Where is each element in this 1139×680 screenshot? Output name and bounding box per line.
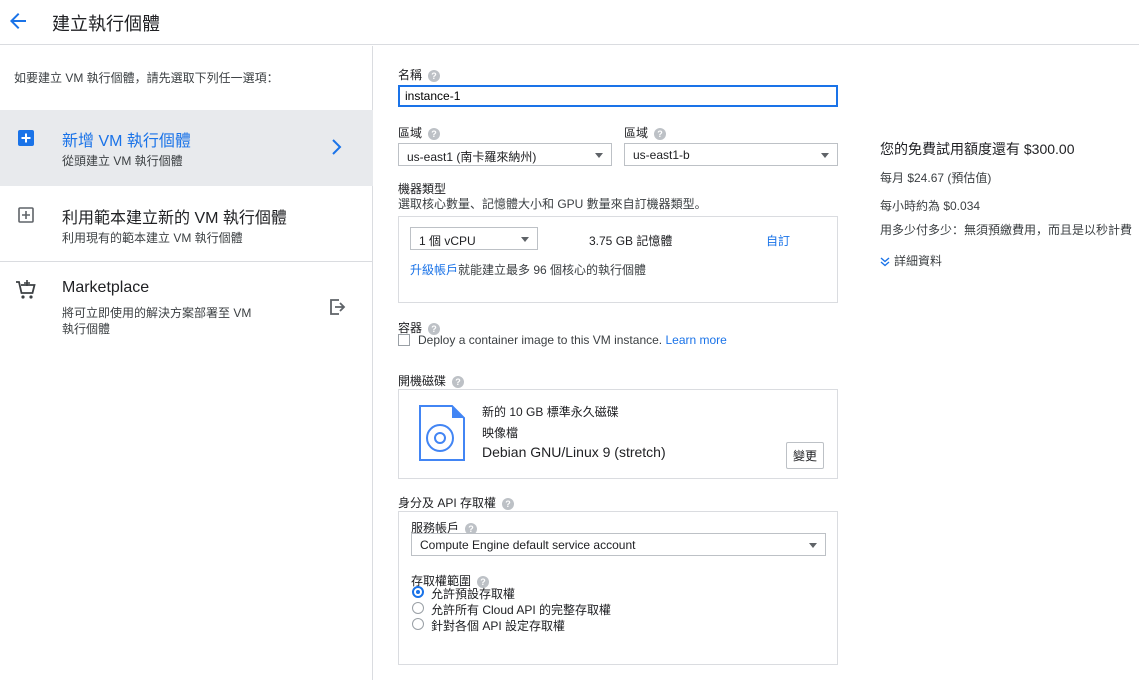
billing-note: 用多少付多少：無須預繳費用，而且是以秒計費	[880, 223, 1133, 237]
zone-value: us-east1-b	[633, 148, 690, 162]
scope-default-label: 允許預設存取權	[431, 587, 516, 601]
option-title: 利用範本建立新的 VM 執行個體	[62, 210, 287, 227]
scope-full-label: 允許所有 Cloud API 的完整存取權	[431, 603, 612, 617]
open-external-icon[interactable]	[328, 298, 346, 316]
help-icon[interactable]: ?	[452, 375, 465, 388]
option-desc: 從頭建立 VM 執行個體	[62, 154, 183, 168]
learn-more-link[interactable]: Learn more	[665, 333, 726, 347]
boot-disk-size: 新的 10 GB 標準永久磁碟	[482, 405, 619, 419]
help-icon[interactable]: ?	[428, 69, 441, 82]
memory-text: 3.75 GB 記憶體	[589, 234, 673, 248]
name-label-text: 名稱	[398, 68, 423, 82]
intro-text: 如要建立 VM 執行個體，請先選取下列任一選項：	[14, 71, 279, 85]
region-select[interactable]: us-east1 (南卡羅來納州)	[398, 143, 612, 166]
top-bar: 建立執行個體	[0, 0, 1139, 45]
trial-credit: 您的免費試用額度還有 $300.00	[880, 141, 1075, 157]
region-label: 區域?	[398, 124, 441, 141]
help-icon[interactable]: ?	[502, 497, 515, 510]
scope-default-radio[interactable]	[412, 586, 424, 598]
service-account-select[interactable]: Compute Engine default service account	[411, 533, 826, 556]
name-label: 名稱?	[398, 66, 441, 83]
region-value: us-east1 (南卡羅來納州)	[407, 150, 537, 164]
creation-options-panel: 如要建立 VM 執行個體，請先選取下列任一選項： 新增 VM 執行個體 從頭建立…	[0, 46, 373, 680]
details-link-text: 詳細資料	[894, 254, 943, 268]
boot-disk-card: 新的 10 GB 標準永久磁碟 映像檔 Debian GNU/Linux 9 (…	[398, 389, 838, 479]
upgrade-row: 升級帳戶就能建立最多 96 個核心的執行個體	[410, 261, 646, 278]
option-desc: 將可立即使用的解決方案部署至 VM 執行個體	[62, 306, 252, 336]
container-text: Deploy a container image to this VM inst…	[418, 333, 663, 347]
machine-type-card: 1 個 vCPU 3.75 GB 記憶體 自訂 升級帳戶就能建立最多 96 個核…	[398, 216, 838, 303]
dropdown-caret-icon	[521, 237, 529, 242]
dropdown-caret-icon	[821, 153, 829, 158]
disk-image-icon	[419, 405, 465, 461]
boot-disk-label-text: 開機磁碟	[398, 374, 447, 388]
boot-disk-image: Debian GNU/Linux 9 (stretch)	[482, 444, 666, 460]
cpu-select[interactable]: 1 個 vCPU	[410, 227, 538, 250]
zone-label: 區域?	[624, 124, 667, 141]
scope-custom-label: 針對各個 API 設定存取權	[431, 619, 566, 633]
chevron-right-icon	[332, 139, 342, 155]
container-row: Deploy a container image to this VM inst…	[418, 333, 727, 347]
customize-link[interactable]: 自訂	[766, 232, 790, 249]
dropdown-caret-icon	[595, 153, 603, 158]
region-label-text: 區域	[398, 126, 423, 140]
back-arrow-icon[interactable]	[6, 9, 30, 33]
option-marketplace[interactable]: Marketplace 將可立即使用的解決方案部署至 VM 執行個體	[0, 262, 373, 352]
scope-full-radio[interactable]	[412, 602, 424, 614]
help-icon[interactable]: ?	[654, 127, 667, 140]
cart-icon	[16, 280, 36, 299]
identity-label: 身分及 API 存取權?	[398, 494, 515, 511]
identity-card: 服務帳戶? Compute Engine default service acc…	[398, 511, 838, 665]
container-checkbox[interactable]	[398, 334, 410, 346]
boot-disk-image-label: 映像檔	[482, 426, 519, 440]
machine-type-desc: 選取核心數量、記憶體大小和 GPU 數量來自訂機器類型。	[398, 197, 707, 211]
cpu-value: 1 個 vCPU	[419, 234, 476, 248]
option-title: 新增 VM 執行個體	[62, 133, 191, 150]
boot-disk-label: 開機磁碟?	[398, 372, 465, 389]
page-title: 建立執行個體	[52, 14, 160, 34]
option-title: Marketplace	[62, 279, 150, 296]
dropdown-caret-icon	[809, 543, 817, 548]
double-chevron-down-icon	[880, 257, 890, 267]
option-new-vm[interactable]: 新增 VM 執行個體 從頭建立 VM 執行個體	[0, 110, 373, 186]
option-from-template[interactable]: 利用範本建立新的 VM 執行個體 利用現有的範本建立 VM 執行個體	[0, 188, 373, 260]
upgrade-account-link[interactable]: 升級帳戶	[410, 263, 458, 277]
change-button[interactable]: 變更	[786, 442, 825, 469]
add-box-icon	[18, 130, 34, 146]
scope-custom-radio[interactable]	[412, 618, 424, 630]
monthly-estimate: 每月 $24.67 (預估值)	[880, 171, 992, 185]
identity-label-text: 身分及 API 存取權	[398, 496, 497, 510]
zone-select[interactable]: us-east1-b	[624, 143, 838, 166]
option-desc: 利用現有的範本建立 VM 執行個體	[62, 231, 243, 245]
help-icon[interactable]: ?	[428, 127, 441, 140]
upgrade-text: 就能建立最多 96 個核心的執行個體	[458, 263, 647, 277]
name-input[interactable]	[398, 85, 838, 107]
hourly-estimate: 每小時約為 $0.034	[880, 199, 981, 213]
details-link[interactable]: 詳細資料	[880, 252, 942, 269]
template-add-icon	[18, 207, 34, 223]
service-account-value: Compute Engine default service account	[420, 538, 636, 552]
zone-label-text: 區域	[624, 126, 649, 140]
